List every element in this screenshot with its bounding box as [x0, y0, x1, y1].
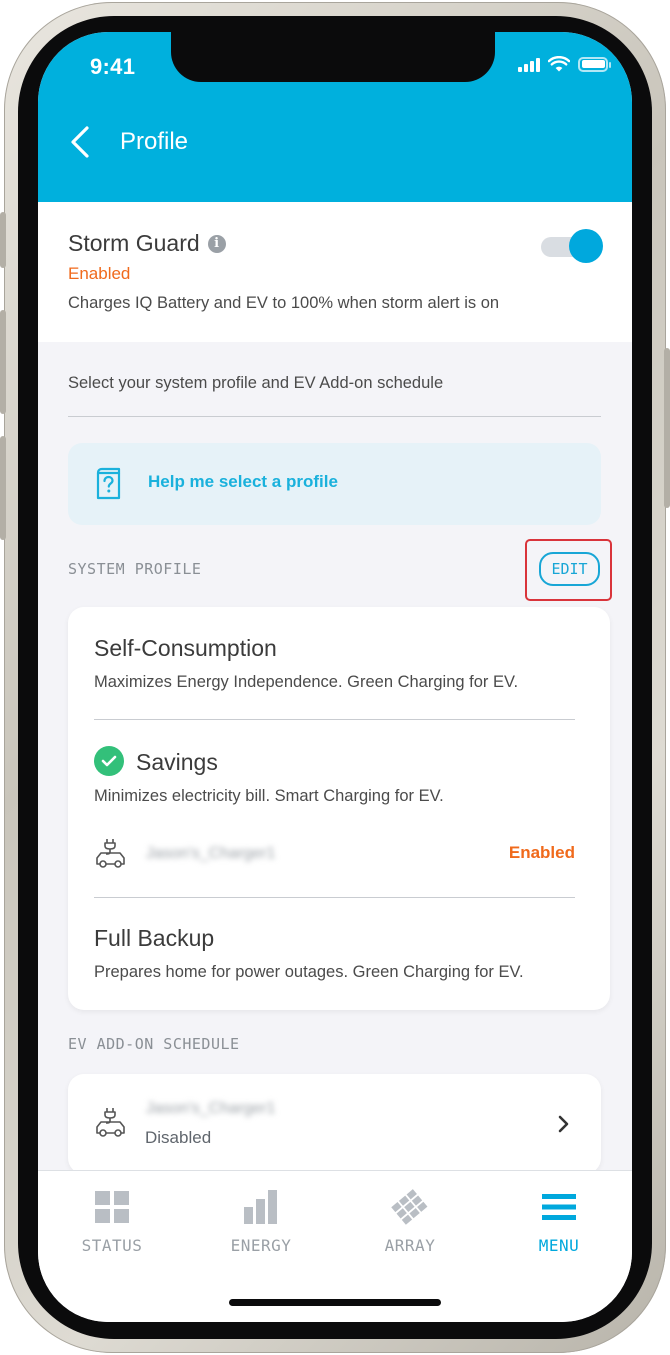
nav-item-status[interactable]: STATUS — [52, 1187, 172, 1255]
mute-switch — [0, 212, 6, 268]
status-time: 9:41 — [90, 54, 136, 79]
storm-guard-section: Storm Guard i Enabled Charges IQ Battery… — [38, 202, 632, 342]
info-icon[interactable]: i — [207, 234, 226, 253]
help-select-profile-label: Help me select a profile — [148, 472, 338, 491]
page-title: Profile — [120, 128, 189, 155]
camera-notch — [171, 32, 495, 82]
volume-down-button — [0, 436, 6, 540]
profile-option-title: Savings — [136, 749, 218, 775]
profile-option-title: Self-Consumption — [94, 635, 277, 661]
nav-label: MENU — [538, 1236, 580, 1255]
grid-icon — [92, 1187, 132, 1227]
bar-chart-icon — [241, 1187, 281, 1227]
chevron-right-icon — [558, 1115, 569, 1133]
nav-label: ENERGY — [230, 1236, 292, 1255]
storm-guard-title: Storm Guard i — [68, 230, 226, 257]
hamburger-menu-icon — [539, 1187, 579, 1227]
volume-up-button — [0, 310, 6, 414]
help-book-icon — [96, 467, 121, 500]
charger-status: Enabled — [508, 843, 575, 862]
status-icons — [518, 56, 611, 72]
divider — [94, 719, 575, 720]
profile-option-description: Maximizes Energy Independence. Green Cha… — [94, 673, 519, 691]
profile-option-title: Full Backup — [94, 925, 215, 951]
wifi-icon — [548, 56, 570, 72]
profile-intro-text: Select your system profile and EV Add-on… — [68, 374, 444, 392]
system-profile-section-label: SYSTEM PROFILE — [68, 560, 202, 578]
cellular-signal-icon — [518, 56, 540, 72]
ev-schedule-item[interactable]: Jason's_Charger1 Disabled — [68, 1074, 601, 1174]
divider — [94, 897, 575, 898]
ev-charger-icon — [96, 839, 125, 868]
storm-guard-status: Enabled — [68, 264, 131, 283]
edit-profile-button[interactable]: EDIT — [539, 552, 600, 586]
nav-item-energy[interactable]: ENERGY — [201, 1187, 321, 1255]
system-profile-card: Self-Consumption Maximizes Energy Indepe… — [68, 607, 610, 1010]
storm-guard-toggle[interactable] — [541, 229, 603, 263]
divider — [68, 416, 601, 417]
chevron-left-icon — [71, 126, 89, 158]
app-screen: 9:41 Profile Storm Guard i Enabled Charg… — [38, 32, 632, 1322]
home-indicator — [229, 1299, 441, 1306]
charger-name: Jason's_Charger1 — [146, 845, 276, 862]
app-header: 9:41 Profile — [38, 32, 632, 202]
profile-option-description: Minimizes electricity bill. Smart Chargi… — [94, 787, 444, 805]
power-button — [664, 348, 670, 508]
battery-icon — [578, 56, 611, 72]
nav-label: STATUS — [81, 1236, 143, 1255]
ev-charger-icon — [96, 1108, 125, 1137]
nav-item-menu[interactable]: MENU — [499, 1187, 619, 1255]
nav-item-array[interactable]: ARRAY — [350, 1187, 470, 1255]
ev-schedule-status: Disabled — [145, 1128, 212, 1147]
ev-charger-name: Jason's_Charger1 — [146, 1100, 276, 1117]
back-button[interactable] — [60, 122, 100, 162]
profile-option-description: Prepares home for power outages. Green C… — [94, 963, 524, 981]
storm-guard-description: Charges IQ Battery and EV to 100% when s… — [68, 294, 500, 312]
toggle-knob — [569, 229, 603, 263]
check-circle-icon — [94, 746, 124, 776]
help-select-profile-button[interactable]: Help me select a profile — [68, 443, 601, 525]
storm-guard-title-text: Storm Guard — [68, 230, 200, 256]
nav-label: ARRAY — [384, 1236, 436, 1255]
solar-array-icon — [390, 1187, 430, 1227]
ev-schedule-section-label: EV ADD-ON SCHEDULE — [68, 1035, 240, 1053]
